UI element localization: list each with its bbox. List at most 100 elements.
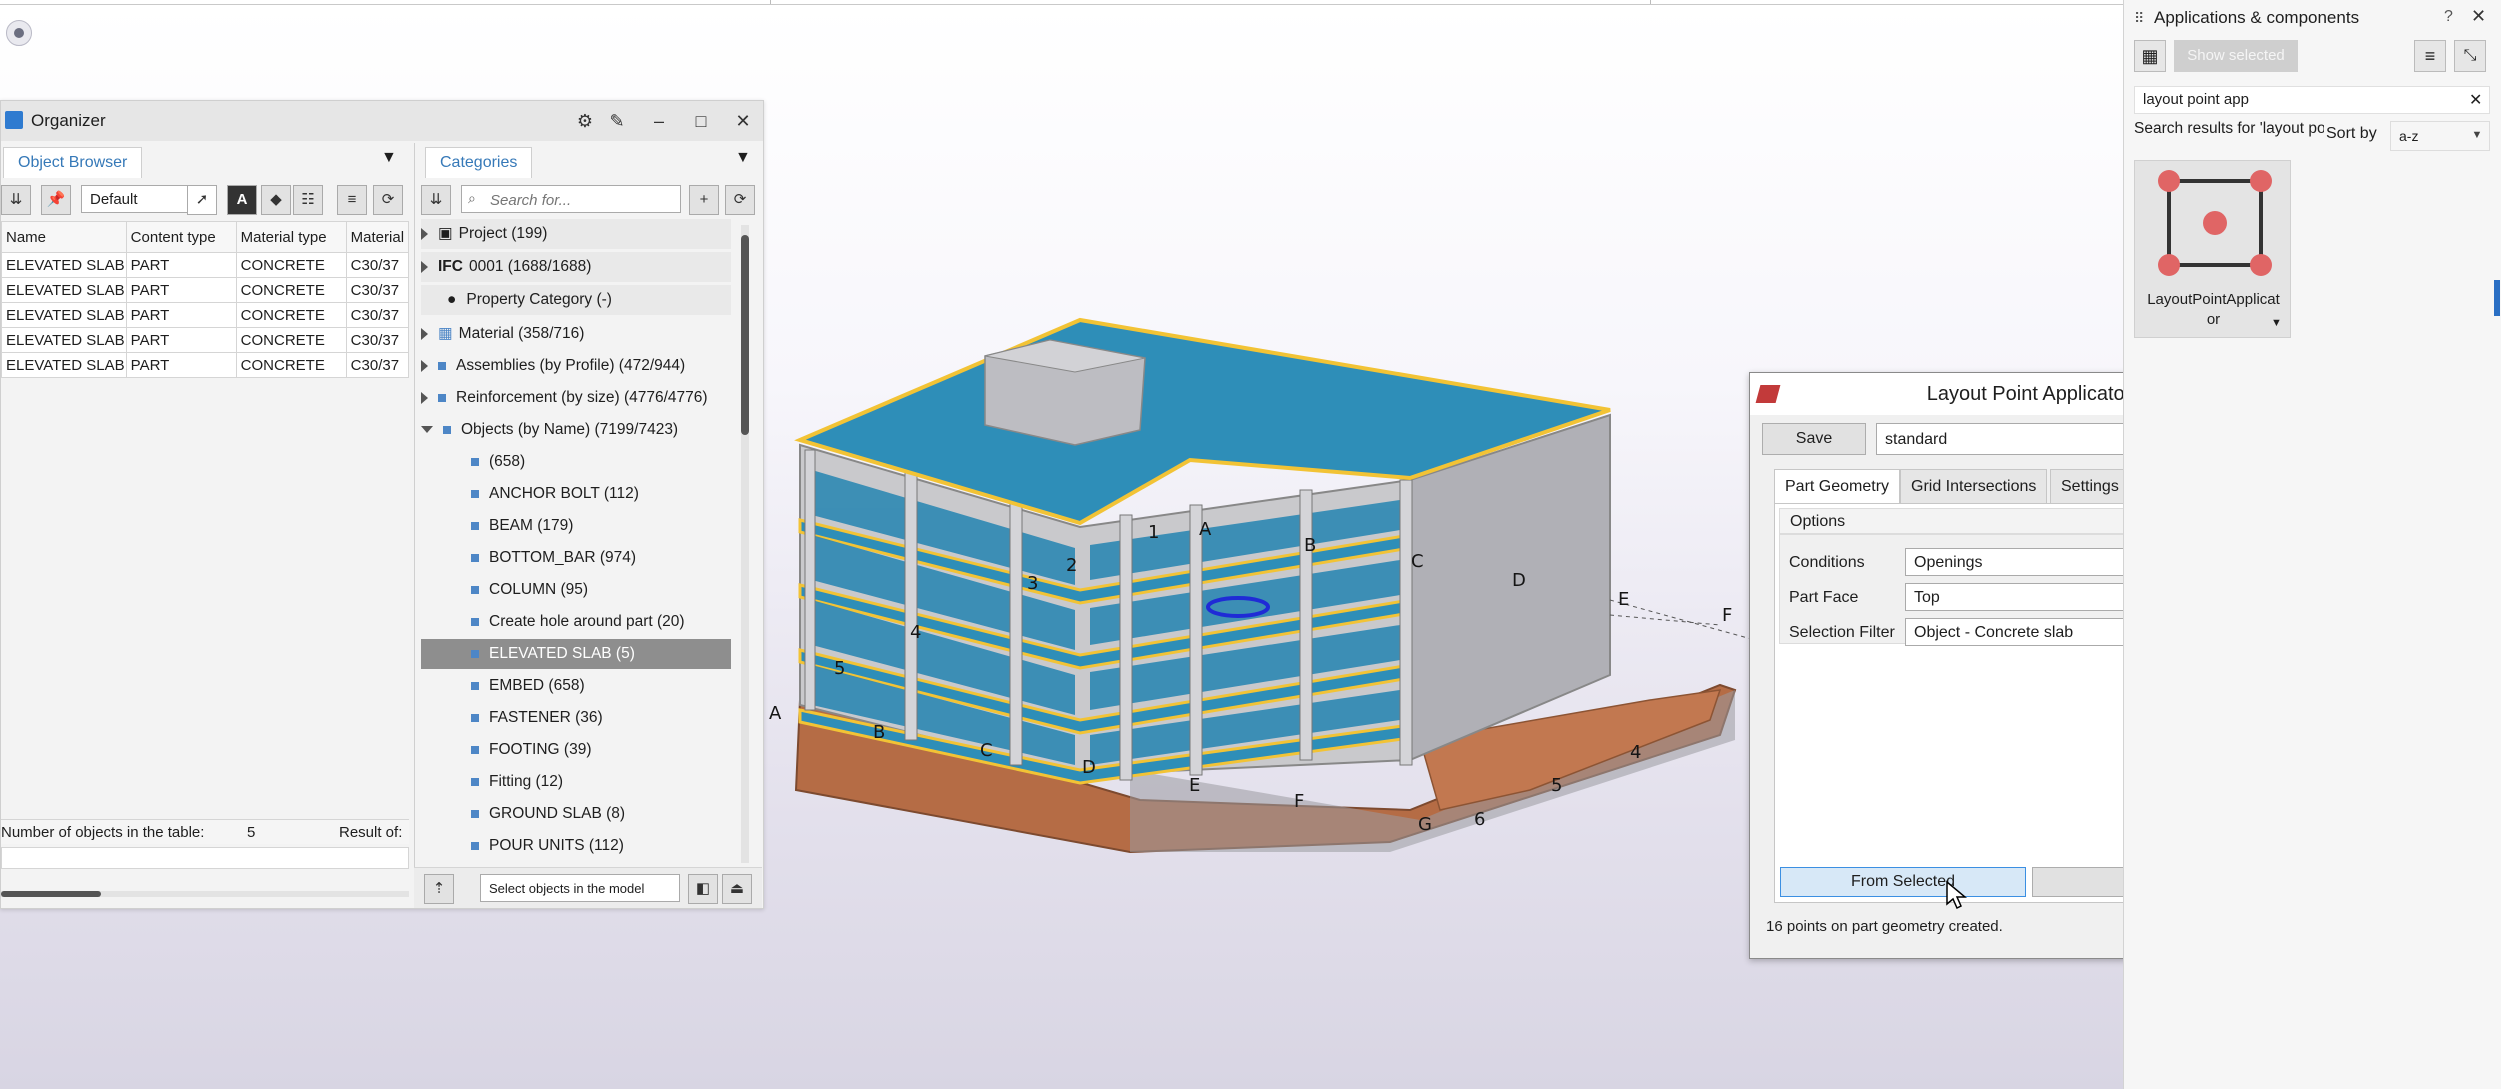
object-table[interactable]: Name Content type Material type Material… [1, 221, 410, 378]
dialog-title: Layout Point Applicator [1926, 383, 2132, 405]
list-view-icon[interactable]: ≡ [2414, 40, 2446, 72]
show-selected-button[interactable]: Show selected [2174, 40, 2298, 72]
help-icon[interactable]: ? [2444, 8, 2453, 26]
refresh-icon[interactable]: ⟳ [725, 185, 755, 215]
layout-point-app-icon [2158, 170, 2272, 276]
object-browser-filter-icon[interactable]: ▼ [381, 149, 397, 167]
save-button[interactable]: Save [1762, 423, 1866, 455]
tab-grid-intersections[interactable]: Grid Intersections [1900, 469, 2048, 505]
grid-label: B [873, 722, 886, 743]
apps-search[interactable]: layout point app ✕ [2134, 86, 2490, 114]
project-icon: ▣ [438, 225, 453, 242]
category-row[interactable]: ▣ Project (199) [421, 219, 731, 249]
add-category-button[interactable]: + [689, 185, 719, 215]
grid-label: 6 [1474, 809, 1486, 830]
refresh-icon[interactable]: ⟳ [373, 185, 403, 215]
list-icon[interactable]: ≡ [337, 185, 367, 215]
clear-search-icon[interactable]: ✕ [2469, 90, 2482, 110]
table-row[interactable]: ELEVATED SLAB PART CONCRETE C30/37 [1, 252, 410, 278]
collapse-icon[interactable]: ⇊ [421, 185, 451, 215]
close-button[interactable]: ✕ [731, 109, 755, 133]
category-row[interactable]: Objects (by Name) (7199/7423) [421, 415, 731, 445]
categories-search[interactable]: ⌕ [461, 185, 681, 213]
collapse-panel-icon[interactable]: ⤡ [2454, 40, 2486, 72]
grid-label: 1 [1148, 522, 1160, 543]
grid-view-icon[interactable]: ▦ [2134, 40, 2166, 72]
building-model[interactable] [740, 300, 1760, 870]
panel-title: Applications & components [2154, 8, 2360, 27]
tab-object-browser[interactable]: Object Browser [3, 147, 143, 178]
collapse-icon[interactable]: ⇊ [1, 185, 31, 215]
category-row[interactable]: Reinforcement (by size) (4776/4776) [421, 383, 731, 413]
grid-label: 2 [1066, 555, 1078, 576]
grid-label: G [1418, 814, 1432, 835]
tab-settings[interactable]: Settings [2050, 469, 2130, 505]
grid-lines [1609, 599, 1756, 641]
column-header[interactable]: Name [1, 221, 127, 253]
search-input[interactable]: layout point app [2143, 91, 2249, 108]
select-tool-icon[interactable]: ➚ [187, 185, 217, 215]
search-results-text: Search results for 'layout po [2134, 120, 2324, 137]
from-selected-button[interactable]: From Selected [1780, 867, 2026, 897]
select-mode-dropdown[interactable]: Select objects in the model [480, 874, 680, 902]
pin-icon[interactable]: ✎ [605, 109, 629, 133]
table-header-row: Name Content type Material type Material [1, 221, 410, 253]
grid-label: E [1618, 589, 1630, 610]
table-row[interactable]: ELEVATED SLAB PART CONCRETE C30/37 [1, 302, 410, 328]
color-mode-icon[interactable]: ◧ [688, 874, 718, 904]
view-navigation-icon[interactable] [6, 20, 32, 46]
search-input[interactable] [488, 189, 677, 211]
category-row[interactable]: POUR UNITS (112) [421, 831, 731, 861]
chevron-down-icon[interactable]: ▼ [2467, 124, 2487, 146]
text-mode-icon[interactable]: A [227, 185, 257, 215]
category-row[interactable]: ● Property Category (-) [421, 285, 731, 315]
table-row[interactable]: ELEVATED SLAB PART CONCRETE C30/37 [1, 352, 410, 378]
table-row[interactable]: ELEVATED SLAB PART CONCRETE C30/37 [1, 327, 410, 353]
grid-label: 4 [910, 622, 922, 643]
settings-gear-icon[interactable]: ⚙ [573, 109, 597, 133]
hierarchy-icon[interactable]: ☷ [293, 185, 323, 215]
column-header[interactable]: Material type [235, 221, 347, 253]
category-row[interactable]: EMBED (658) [421, 671, 731, 701]
category-row[interactable]: Create hole around part (20) [421, 607, 731, 637]
grid-label: 5 [834, 658, 846, 679]
category-row[interactable]: FOOTING (39) [421, 735, 731, 765]
pin-profile-icon[interactable]: 📌 [41, 185, 71, 215]
category-row[interactable]: ANCHOR BOLT (112) [421, 479, 731, 509]
status-count: 5 [247, 824, 256, 841]
category-row[interactable]: Fitting (12) [421, 767, 731, 797]
category-row[interactable]: BEAM (179) [421, 511, 731, 541]
sort-select[interactable]: a-z ▼ [2390, 121, 2490, 151]
category-row-selected[interactable]: ELEVATED SLAB (5) [421, 639, 731, 669]
category-row[interactable]: IFC 0001 (1688/1688) [421, 252, 731, 282]
tab-part-geometry[interactable]: Part Geometry [1774, 469, 1901, 506]
panel-edge-marker [2494, 280, 2500, 316]
add-to-model-icon[interactable]: ⇡ [424, 874, 454, 904]
grid-label: B [1304, 535, 1317, 556]
table-row[interactable]: ELEVATED SLAB PART CONCRETE C30/37 [1, 277, 410, 303]
column-header[interactable]: Content type [125, 221, 237, 253]
app-tile[interactable]: LayoutPointApplicat or ▼ [2134, 160, 2291, 338]
categories-scrollbar[interactable] [741, 225, 749, 863]
category-row[interactable]: COLUMN (95) [421, 575, 731, 605]
column-header[interactable]: Material [345, 221, 410, 253]
drag-handle-icon[interactable]: ⠿ [2134, 10, 2148, 26]
maximize-button[interactable]: □ [689, 109, 713, 133]
grid-label: 3 [1027, 573, 1039, 594]
category-row[interactable]: (658) [421, 447, 731, 477]
category-row[interactable]: FASTENER (36) [421, 703, 731, 733]
category-row[interactable]: BOTTOM_BAR (974) [421, 543, 731, 573]
close-icon[interactable]: ✕ [2471, 6, 2486, 27]
tab-categories[interactable]: Categories [425, 147, 533, 178]
applications-panel: ⠿ Applications & components ? ✕ ▦ Show s… [2123, 0, 2501, 1089]
category-row[interactable]: ▦ Material (358/716) [421, 319, 731, 349]
eject-icon[interactable]: ⏏ [722, 874, 752, 904]
organizer-title-bar[interactable]: Organizer ⚙ ✎ – □ ✕ [1, 101, 763, 141]
chevron-down-icon[interactable]: ▼ [2271, 317, 2282, 329]
category-row[interactable]: Assemblies (by Profile) (472/944) [421, 351, 731, 381]
horizontal-scrollbar[interactable] [1, 891, 409, 897]
category-row[interactable]: GROUND SLAB (8) [421, 799, 731, 829]
minimize-button[interactable]: – [647, 109, 671, 133]
categories-filter-icon[interactable]: ▼ [735, 149, 751, 167]
object-mode-icon[interactable]: ◆ [261, 185, 291, 215]
